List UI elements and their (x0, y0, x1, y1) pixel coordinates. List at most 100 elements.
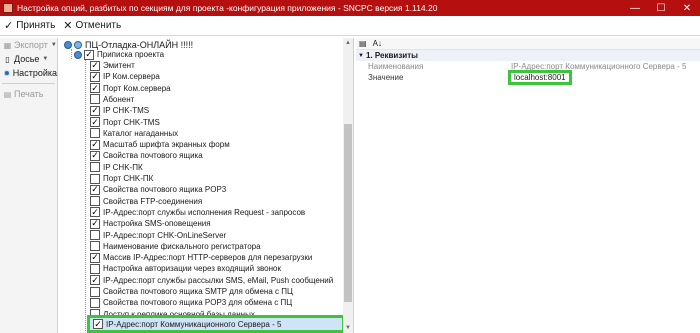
property-category[interactable]: ▼ 1. Реквизиты (356, 50, 700, 61)
tree-item-checkbox[interactable]: ✓ (90, 150, 100, 161)
tree-item-label: IP CHK-ПК (103, 162, 143, 172)
cancel-button[interactable]: ✕ Отменить (63, 19, 121, 32)
property-name-value: IP-Адрес:порт Коммуникационного Сервера … (511, 62, 687, 71)
tree-item[interactable]: Свойства почтового ящика POP3 для обмена… (90, 297, 292, 308)
tree-item[interactable]: IP CHK-ПК (90, 162, 143, 173)
checkmark-icon: ✓ (4, 20, 14, 32)
tree-item[interactable]: ✓ IP Ком.сервера (90, 71, 160, 82)
tree-item[interactable]: Настройка авторизации через входящий зво… (90, 263, 281, 274)
category-label: 1. Реквизиты (366, 51, 418, 60)
property-grid: ▤ A↓ ▼ 1. Реквизиты Наименования IP-Адре… (356, 38, 700, 333)
categorized-icon[interactable]: ▤ (359, 39, 367, 48)
property-row-value[interactable]: Значение localhost:8001 (356, 70, 700, 85)
globe-icon (74, 40, 82, 49)
dossier-button[interactable]: ▯ Досье ▼ (0, 52, 57, 66)
document-icon: ▯ (5, 54, 10, 64)
tree-item-checkbox[interactable]: ✓ (90, 60, 100, 71)
settings-label: Настройка (12, 68, 57, 78)
tree-item[interactable]: Абонент (90, 94, 134, 105)
tree-item[interactable]: IP-Адрес:порт CHK-OnLineServer (90, 230, 226, 241)
tree-item[interactable]: Свойства FTP-соединения (90, 196, 202, 207)
tree-item-label: Порт CHK-TMS (103, 117, 160, 127)
tree-project-node[interactable]: ✓ Приписка проекта (74, 49, 164, 60)
property-row-name[interactable]: Наименования IP-Адрес:порт Коммуникацион… (356, 61, 700, 72)
tree-item[interactable]: ✓ Эмитент (90, 60, 135, 71)
tree-item-label: Абонент (103, 94, 135, 104)
tree-item-label: Каталог нагаданных (103, 128, 179, 138)
tree-item-checkbox[interactable] (90, 128, 100, 139)
close-button[interactable]: ✕ (674, 0, 700, 16)
tree-item[interactable]: ✓ Порт CHK-TMS (90, 117, 160, 128)
tree-item[interactable]: ✓ Свойства почтового ящика POP3 (90, 184, 226, 195)
tree-item-checkbox[interactable] (90, 94, 100, 105)
tree-item-checkbox[interactable] (90, 263, 100, 274)
tree-item-checkbox[interactable] (90, 162, 100, 173)
tree-item-label: IP-Адрес:порт CHK-OnLineServer (103, 230, 227, 240)
tree-item-label: Порт CHK-ПК (103, 174, 154, 183)
tree-item-checkbox[interactable]: ✓ (90, 252, 100, 263)
scroll-up-icon[interactable]: ▲ (343, 38, 353, 48)
left-panel: ▦ Экспорт ▼ ▯ Досье ▼ ✹ Настройка ▤ Печа… (0, 38, 58, 333)
tree-item[interactable]: ✓ Свойства почтового ящика (90, 150, 203, 161)
tree-item-checkbox[interactable] (90, 241, 100, 252)
property-name-label: Наименования (368, 62, 424, 71)
accept-button[interactable]: ✓ Принять (4, 19, 55, 32)
tree-guide-line (71, 49, 72, 59)
tree-item-checkbox[interactable] (90, 173, 100, 184)
maximize-button[interactable]: ☐ (648, 0, 674, 16)
export-button[interactable]: ▦ Экспорт ▼ (0, 38, 57, 52)
tree-item-checkbox[interactable]: ✓ (90, 105, 100, 116)
tree-item[interactable]: Наименование фискального регистратора (90, 241, 261, 252)
tree-item-selected[interactable]: ✓ IP-Адрес:порт Коммуникационного Сервер… (87, 315, 345, 333)
tree-item-label: Наименование фискального регистратора (103, 241, 261, 251)
tree-item[interactable]: ✓ IP CHK-TMS (90, 105, 149, 116)
vertical-scrollbar[interactable]: ▲ ▼ (343, 38, 353, 333)
gear-icon: ✹ (3, 68, 11, 78)
minimize-button[interactable]: — (622, 0, 648, 16)
tree-item[interactable]: ✓ Масштаб шрифта экранных форм (90, 139, 230, 150)
options-tree[interactable]: ПЦ-Отладка-ОНЛАЙН !!!!! ✓ Приписка проек… (60, 38, 354, 333)
chevron-down-icon: ▼ (50, 42, 57, 48)
tree-item-label: IP-Адрес:порт службы рассылки SMS, eMail… (103, 275, 334, 285)
tree-item-checkbox[interactable] (90, 286, 100, 297)
tree-item[interactable]: ✓ Настройка SMS-оповещения (90, 218, 211, 229)
tree-item[interactable]: ✓ IP-Адрес:порт службы исполнения Request… (90, 207, 305, 218)
divider (2, 83, 55, 84)
tree-item[interactable]: Свойства почтового ящика SMTP для обмена… (90, 286, 293, 297)
tree-item[interactable]: Каталог нагаданных (90, 128, 178, 139)
tree-item[interactable]: ✓ Порт Ком.сервера (90, 83, 171, 94)
close-icon: ✕ (63, 20, 73, 32)
project-checkbox[interactable]: ✓ (84, 49, 94, 60)
title-bar: Настройка опций, разбитых по секциям для… (0, 0, 700, 16)
tree-item-checkbox[interactable]: ✓ (90, 139, 100, 150)
tree-item-checkbox[interactable] (90, 196, 100, 207)
tree-item-checkbox[interactable]: ✓ (90, 184, 100, 195)
tree-item-label: Порт Ком.сервера (103, 83, 171, 93)
tree-item-label: IP Ком.сервера (103, 72, 160, 82)
tree-item-checkbox[interactable] (90, 297, 100, 308)
tree-item[interactable]: Порт CHK-ПК (90, 173, 153, 184)
collapse-icon[interactable] (74, 50, 82, 59)
tree-item[interactable]: ✓ Массив IP-Адрес:порт HTTP-серверов для … (90, 252, 312, 263)
tree-item-checkbox[interactable]: ✓ (90, 117, 100, 127)
scroll-down-icon[interactable]: ▼ (343, 323, 353, 333)
tree-project-label: Приписка проекта (97, 50, 165, 59)
tree-item-checkbox[interactable]: ✓ (90, 218, 100, 229)
tree-item-checkbox[interactable]: ✓ (90, 83, 100, 94)
tree-item[interactable]: ✓ IP-Адрес:порт службы рассылки SMS, eMai… (90, 275, 333, 286)
scroll-thumb[interactable] (344, 124, 352, 302)
tree-item-checkbox[interactable]: ✓ (93, 319, 103, 329)
tree-item-checkbox[interactable]: ✓ (90, 71, 100, 82)
tree-item-checkbox[interactable] (90, 230, 100, 240)
collapse-icon[interactable] (64, 40, 72, 49)
sort-alpha-icon[interactable]: A↓ (373, 39, 382, 48)
print-button[interactable]: ▤ Печать (0, 87, 57, 101)
tree-item-label: Свойства почтового ящика SMTP для обмена… (103, 287, 293, 296)
tree-item-label: Масштаб шрифта экранных форм (103, 140, 230, 150)
collapse-icon[interactable]: ▼ (356, 53, 366, 59)
tree-item-label: Свойства FTP-соединения (103, 196, 203, 206)
property-value-field[interactable]: localhost:8001 (508, 70, 572, 85)
settings-button[interactable]: ✹ Настройка (0, 66, 57, 80)
tree-item-checkbox[interactable]: ✓ (90, 275, 100, 286)
tree-item-checkbox[interactable]: ✓ (90, 207, 100, 218)
